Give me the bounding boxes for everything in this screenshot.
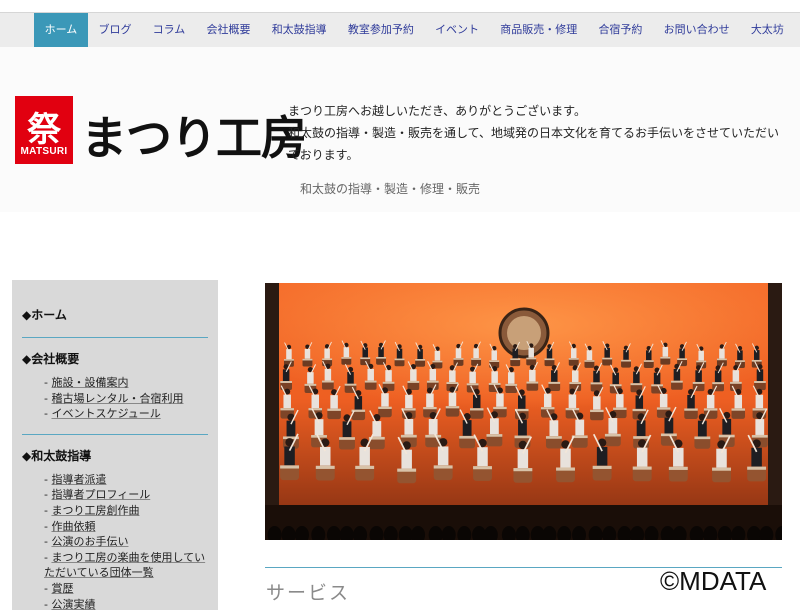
sidebar-link[interactable]: - 指導者プロフィール	[44, 487, 208, 503]
sidebar-link-label: まつり工房創作曲	[51, 503, 140, 517]
sidebar-link[interactable]: - まつり工房創作曲	[44, 503, 208, 519]
section-title-services: サービス	[266, 582, 351, 604]
sidebar-link[interactable]: - 公演実績	[44, 597, 208, 610]
sidebar-menu: ◆ホーム ◆会社概要 - 施設・設備案内 - 稽古場レンタル・合宿利用 - イベントスケ…	[12, 280, 218, 610]
nav-list: ホーム ブログ コラム 会社概要 和太鼓指導 教室参加予約 イベント 商品販売・修理 合宿予約お…	[34, 13, 794, 47]
hero-photo	[265, 283, 782, 540]
sidebar-link[interactable]: - 賞歴	[44, 581, 208, 597]
sidebar-link-label: 賞歴	[51, 581, 74, 595]
sidebar-sublist: - 指導者派遣 - 指導者プロフィール - まつり工房創作曲 - 作曲依頼 - 公演のお…	[22, 472, 208, 610]
sidebar-link[interactable]: - 作曲依頼	[44, 519, 208, 535]
sidebar-heading[interactable]: ◆和太鼓指導	[22, 447, 208, 464]
nav-item[interactable]: 教室参加予約	[337, 13, 424, 47]
nav-item[interactable]: 商品販売・修理	[490, 13, 588, 47]
copyright-watermark: ©MDATA	[660, 566, 767, 596]
logo-kanji: 祭	[27, 110, 61, 150]
nav-item[interactable]: 大太坊	[740, 13, 794, 47]
sidebar-link[interactable]: - 施設・設備案内	[44, 375, 208, 391]
intro-line: 和太鼓の指導・製造・販売を通して、地域発の日本文化を育てるお手伝いをさせていただ…	[288, 126, 780, 162]
nav-item[interactable]: イベント	[424, 13, 489, 47]
sidebar-heading[interactable]: ◆会社概要	[22, 350, 208, 367]
nav-item[interactable]: 和太鼓指導	[261, 13, 337, 47]
sidebar-link[interactable]: - まつり工房の楽曲を使用していただいている団体一覧	[44, 550, 208, 581]
taiko-performance-image	[265, 283, 782, 540]
sidebar-link[interactable]: - 公演のお手伝い	[44, 534, 208, 550]
sidebar-link[interactable]: - イベントスケジュール	[44, 406, 208, 422]
logo-badge: 祭 MATSURI	[15, 96, 73, 164]
sidebar-section: ◆会社概要 - 施設・設備案内 - 稽古場レンタル・合宿利用 - イベントスケジュール	[12, 338, 218, 434]
sidebar-link-label: まつり工房の楽曲を使用していただいている団体一覧	[44, 550, 206, 580]
sidebar-link-label: 公演実績	[51, 597, 96, 610]
sidebar-link-label: 稽古場レンタル・合宿利用	[51, 391, 184, 405]
tagline: 和太鼓の指導・製造・修理・販売	[300, 182, 481, 196]
nav-item[interactable]: 会社概要	[196, 13, 261, 47]
intro-text: まつり工房へお越しいただき、ありがとうございます。和太鼓の指導・製造・販売を通し…	[288, 100, 788, 166]
intro-line: まつり工房へお越しいただき、ありがとうございます。	[288, 104, 586, 118]
sidebar-link[interactable]: - 指導者派遣	[44, 472, 208, 488]
sidebar-link-label: 作曲依頼	[51, 519, 96, 533]
nav-item[interactable]: ブログ	[88, 13, 142, 47]
sidebar-link[interactable]: - 稽古場レンタル・合宿利用	[44, 391, 208, 407]
sidebar-link-label: 指導者派遣	[51, 472, 107, 486]
sidebar-heading[interactable]: ◆ホーム	[22, 306, 208, 323]
nav-item[interactable]: ホーム	[34, 13, 88, 47]
nav-item[interactable]: 合宿予約	[588, 13, 653, 47]
site-logo[interactable]: 祭 MATSURI まつり工房	[15, 96, 307, 168]
top-navigation: ホーム ブログ コラム 会社概要 和太鼓指導 教室参加予約 イベント 商品販売・修理 合宿予約お…	[0, 12, 800, 48]
sidebar-link-label: 公演のお手伝い	[51, 535, 129, 549]
logo-wordmark: まつり工房	[81, 111, 307, 165]
sidebar-section: ◆ホーム	[12, 280, 218, 337]
sidebar-sublist: - 施設・設備案内 - 稽古場レンタル・合宿利用 - イベントスケジュール	[22, 375, 208, 422]
sidebar-link-label: 施設・設備案内	[51, 376, 129, 389]
nav-item[interactable]: コラム	[142, 13, 196, 47]
sidebar-link-label: イベントスケジュール	[51, 407, 161, 421]
nav-item[interactable]: お問い合わせ	[653, 13, 740, 47]
logo-subtext: MATSURI	[20, 146, 68, 157]
sidebar-link-label: 指導者プロフィール	[51, 488, 151, 502]
sidebar-section: ◆和太鼓指導 - 指導者派遣 - 指導者プロフィール - まつり工房創作曲 - 作曲依頼…	[12, 435, 218, 610]
